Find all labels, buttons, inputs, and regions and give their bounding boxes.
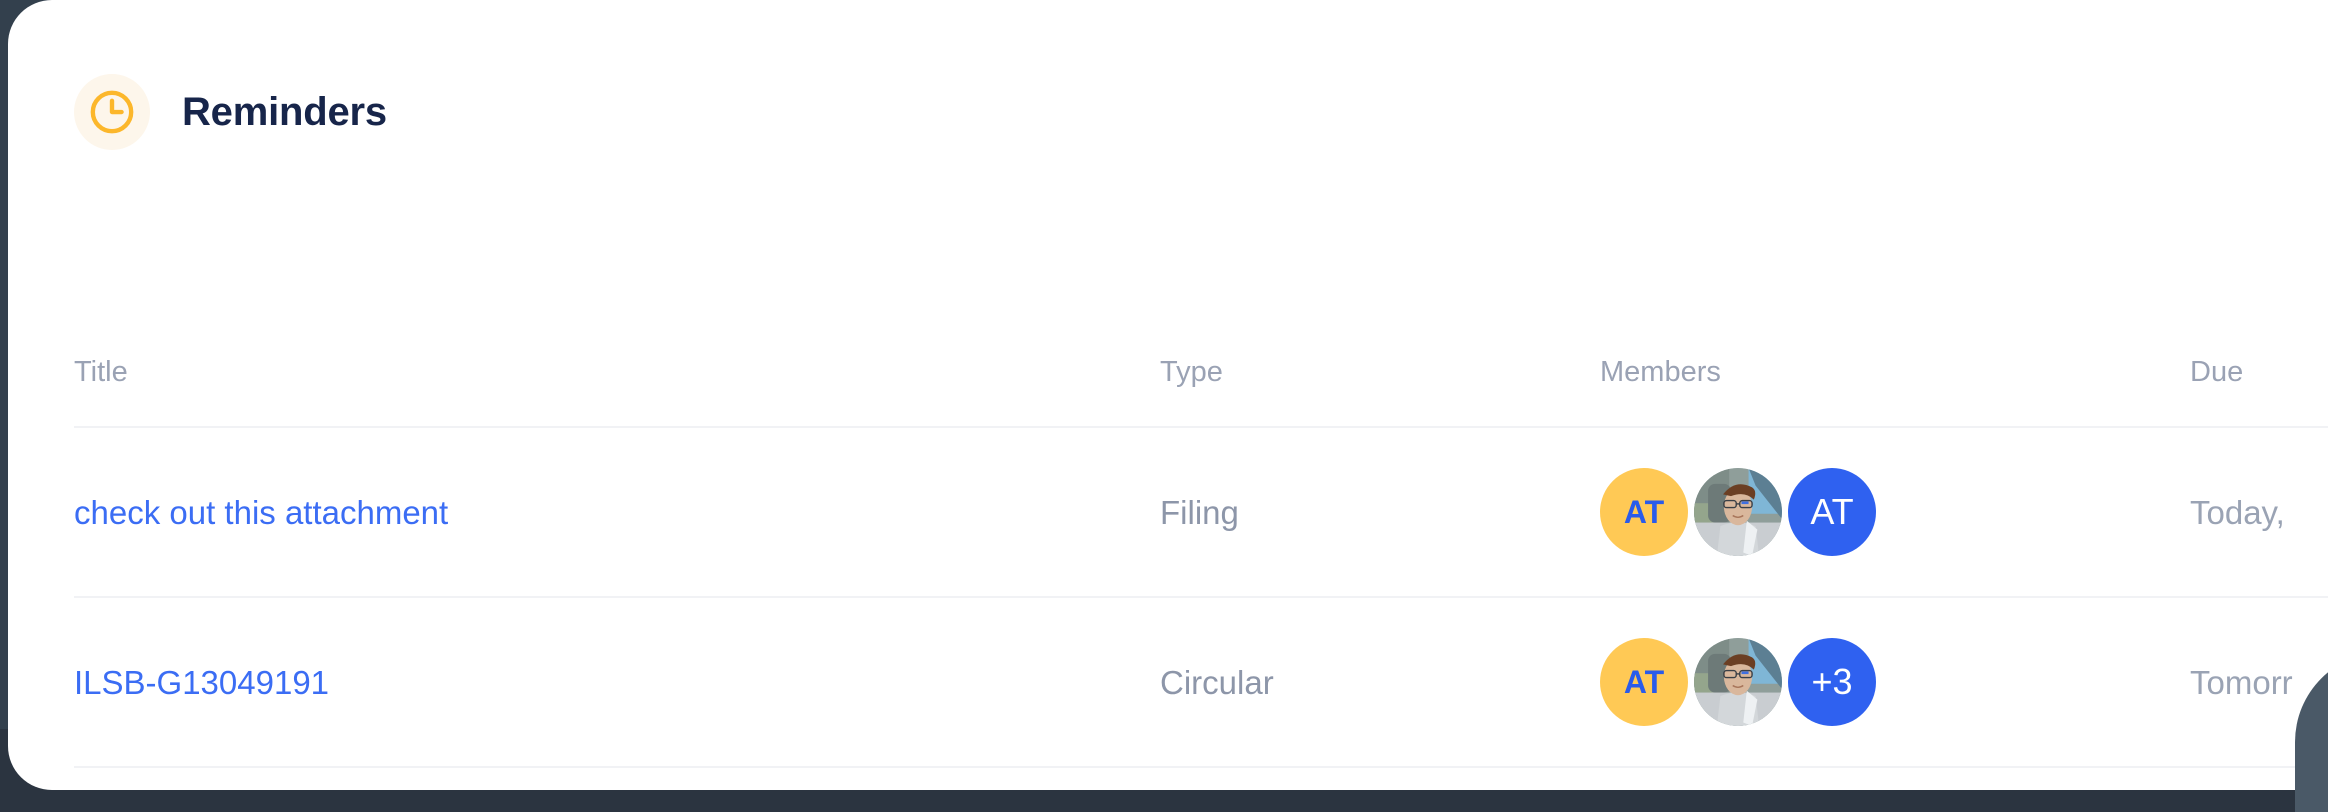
avatar-photo[interactable]	[1694, 468, 1782, 556]
member-avatar-stack[interactable]: AT	[1600, 468, 2190, 556]
avatar-overflow-count[interactable]: +3	[1788, 638, 1876, 726]
avatar-initials: AT	[1624, 494, 1664, 531]
clock-icon	[87, 87, 137, 137]
reminder-due-date: Today,	[2190, 494, 2285, 531]
avatar-overflow-label: +3	[1811, 661, 1852, 703]
avatar-initials: AT	[1624, 664, 1664, 701]
avatar[interactable]: AT	[1600, 638, 1688, 726]
avatar[interactable]: AT	[1788, 468, 1876, 556]
avatar-initials: AT	[1810, 491, 1853, 533]
reminder-type: Filing	[1160, 494, 1239, 531]
reminders-card: Reminders Title Type Members Due check o…	[8, 0, 2328, 790]
column-header-due: Due	[2190, 356, 2243, 388]
table-header-row: Title Type Members Due	[74, 318, 2328, 428]
clock-icon-badge	[74, 74, 150, 150]
column-header-type: Type	[1160, 356, 1223, 388]
reminder-title-link[interactable]: ILSB-G13049191	[74, 664, 329, 701]
table-row[interactable]: ILSB-G13049191 Circular AT	[74, 598, 2328, 768]
member-avatar-stack[interactable]: AT	[1600, 638, 2190, 726]
reminder-title-link[interactable]: check out this attachment	[74, 494, 448, 531]
reminder-due-date: Tomorr	[2190, 664, 2293, 701]
reminder-type: Circular	[1160, 664, 1274, 701]
column-header-title: Title	[74, 356, 128, 388]
column-header-members: Members	[1600, 356, 1721, 388]
page-title: Reminders	[182, 92, 387, 132]
table-row[interactable]: check out this attachment Filing AT	[74, 428, 2328, 598]
card-header: Reminders	[74, 74, 387, 150]
avatar[interactable]: AT	[1600, 468, 1688, 556]
avatar-photo[interactable]	[1694, 638, 1782, 726]
reminders-table: Title Type Members Due check out this at…	[74, 318, 2328, 768]
